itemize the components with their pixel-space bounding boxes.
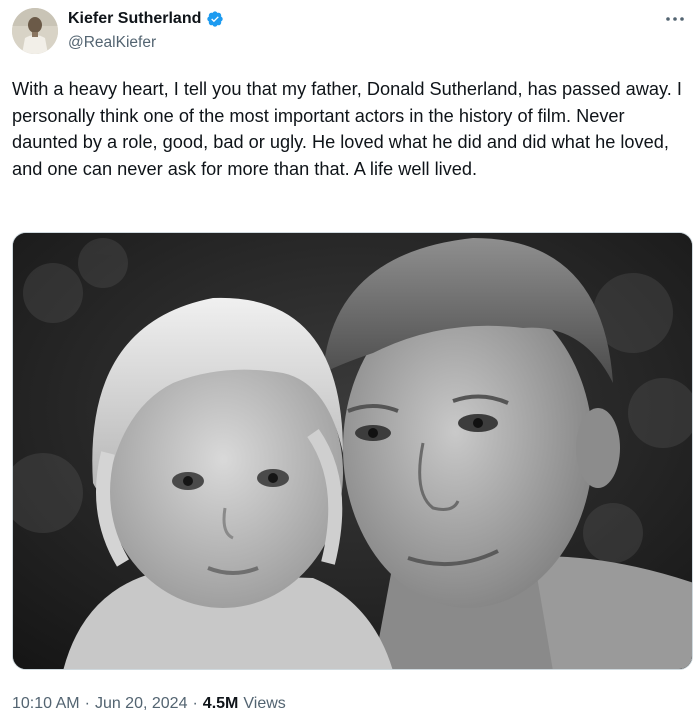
author-display-name[interactable]: Kiefer Sutherland	[68, 9, 201, 29]
verified-badge-icon	[206, 10, 224, 28]
tweet-card: Kiefer Sutherland @RealKiefer With a hea…	[0, 0, 700, 718]
tweet-date[interactable]: Jun 20, 2024	[95, 694, 188, 714]
views-label: Views	[243, 695, 286, 712]
tweet-time[interactable]: 10:10 AM	[12, 694, 80, 714]
tweet-text: With a heavy heart, I tell you that my f…	[12, 79, 682, 179]
author-handle[interactable]: @RealKiefer	[68, 33, 156, 53]
tweet-meta: 10:10 AM · Jun 20, 2024 · 4.5M Views	[12, 694, 286, 714]
meta-separator: ·	[84, 695, 90, 712]
meta-separator: ·	[192, 695, 198, 712]
more-options-icon[interactable]	[662, 8, 688, 30]
author-name-row: Kiefer Sutherland	[68, 9, 224, 29]
views-count: 4.5M	[202, 695, 239, 712]
tweet-photo[interactable]	[12, 232, 693, 670]
avatar[interactable]	[12, 8, 58, 54]
